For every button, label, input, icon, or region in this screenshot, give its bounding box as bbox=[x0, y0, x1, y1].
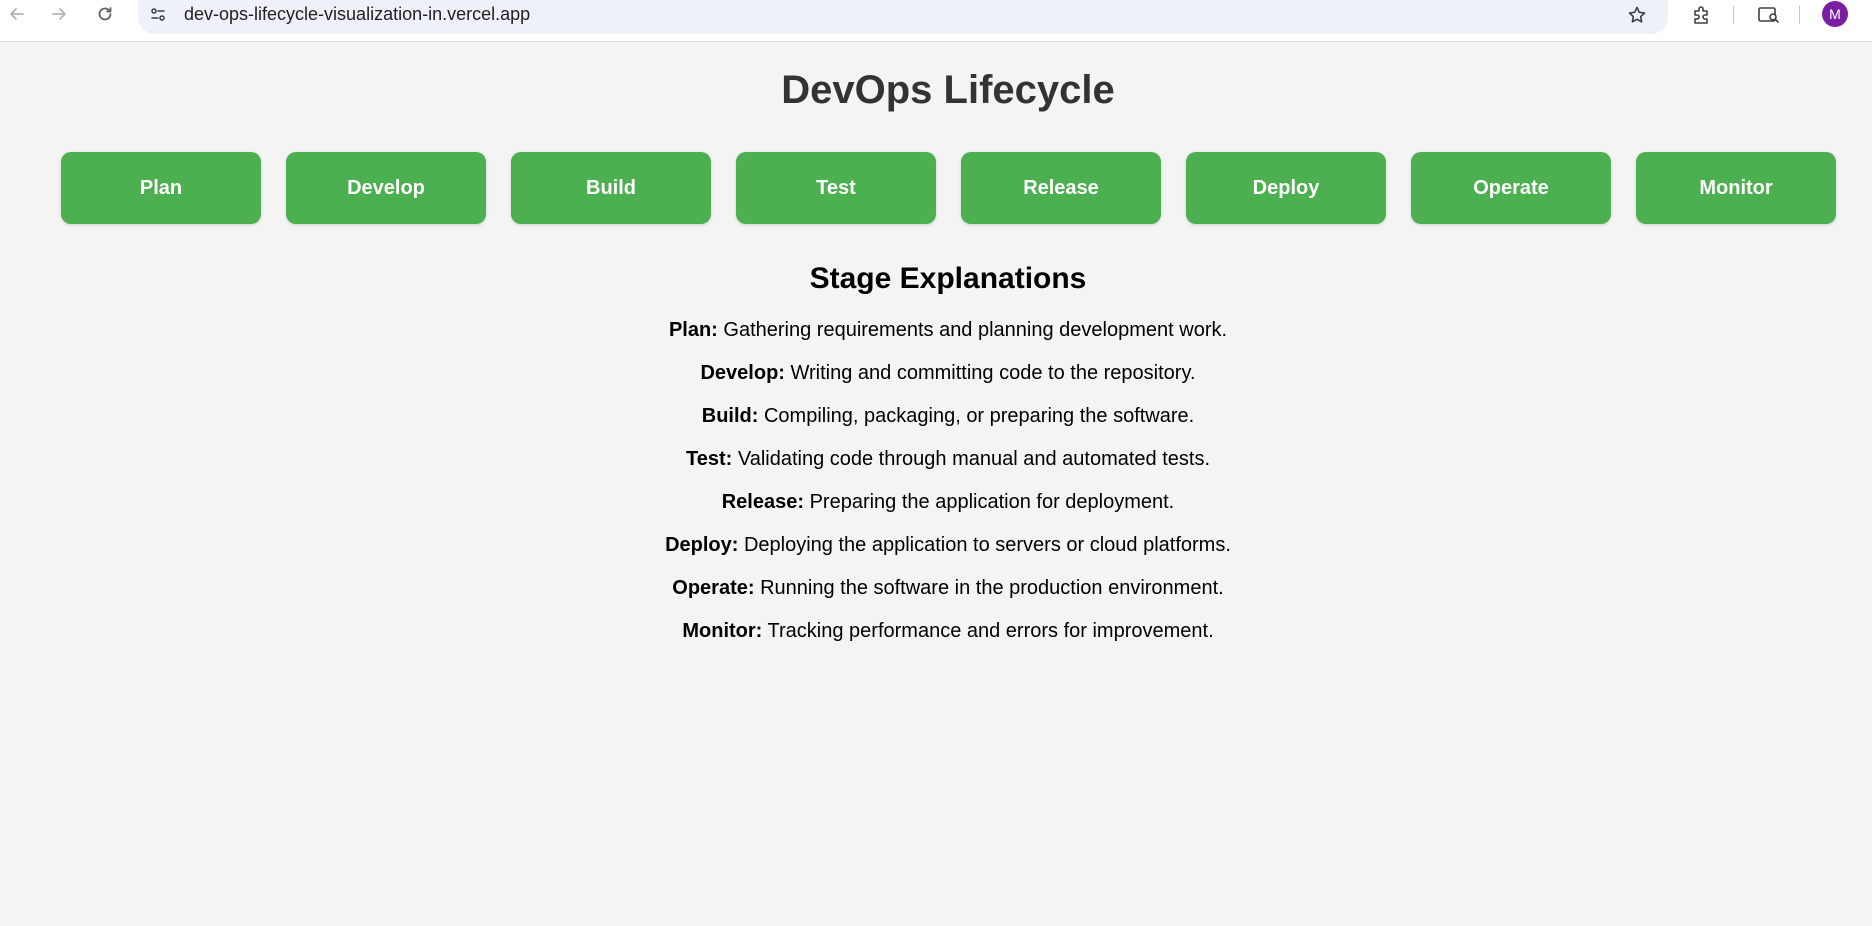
explanation-stage-name: Operate: bbox=[672, 577, 755, 599]
extensions-icon[interactable] bbox=[1688, 1, 1716, 29]
explanation-test: Test: Validating code through manual and… bbox=[0, 447, 1872, 490]
reload-icon[interactable] bbox=[90, 0, 120, 28]
stage-button-release[interactable]: Release bbox=[961, 152, 1161, 224]
explanation-stage-name: Test: bbox=[685, 448, 733, 470]
explanation-stage-name: Develop: bbox=[700, 362, 785, 384]
explanation-stage-name: Plan: bbox=[668, 319, 718, 341]
explanation-stage-name: Release: bbox=[721, 491, 805, 513]
explanation-text: Writing and committing code to the repos… bbox=[784, 362, 1196, 384]
explanation-deploy: Deploy: Deploying the application to ser… bbox=[0, 533, 1872, 576]
stage-button-build[interactable]: Build bbox=[511, 152, 711, 224]
explanation-release: Release: Preparing the application for d… bbox=[0, 490, 1872, 533]
explanation-text: Preparing the application for deployment… bbox=[804, 491, 1175, 513]
stage-button-row: Plan Develop Build Test Release Deploy O… bbox=[61, 152, 1837, 224]
toolbar-separator bbox=[1799, 6, 1800, 24]
page-title: DevOps Lifecycle bbox=[781, 68, 1115, 112]
stage-button-test[interactable]: Test bbox=[736, 152, 936, 224]
star-icon[interactable] bbox=[1624, 2, 1650, 28]
site-info-icon[interactable] bbox=[146, 3, 170, 27]
toolbar-separator bbox=[1733, 6, 1734, 24]
explanation-text: Validating code through manual and autom… bbox=[732, 448, 1211, 470]
profile-avatar[interactable]: M bbox=[1822, 1, 1848, 27]
back-icon[interactable] bbox=[2, 0, 32, 28]
browser-toolbar: dev-ops-lifecycle-visualization-in.verce… bbox=[0, 0, 1872, 42]
explanation-text: Compiling, packaging, or preparing the s… bbox=[758, 405, 1195, 427]
tab-search-icon[interactable] bbox=[1755, 1, 1783, 29]
explanation-text: Running the software in the production e… bbox=[754, 577, 1224, 599]
stage-button-monitor[interactable]: Monitor bbox=[1636, 152, 1836, 224]
explanation-operate: Operate: Running the software in the pro… bbox=[0, 576, 1872, 619]
explanation-plan: Plan: Gathering requirements and plannin… bbox=[0, 318, 1872, 361]
stage-button-plan[interactable]: Plan bbox=[61, 152, 261, 224]
stage-button-deploy[interactable]: Deploy bbox=[1186, 152, 1386, 224]
explanation-stage-name: Build: bbox=[701, 405, 759, 427]
stage-button-operate[interactable]: Operate bbox=[1411, 152, 1611, 224]
explanations-list: Plan: Gathering requirements and plannin… bbox=[0, 318, 1872, 662]
explanation-text: Tracking performance and errors for impr… bbox=[762, 620, 1214, 642]
explanation-monitor: Monitor: Tracking performance and errors… bbox=[0, 619, 1872, 662]
explanation-text: Deploying the application to servers or … bbox=[738, 534, 1231, 556]
stage-button-develop[interactable]: Develop bbox=[286, 152, 486, 224]
page-content: DevOps Lifecycle Plan Develop Build Test… bbox=[0, 42, 1872, 926]
explanation-build: Build: Compiling, packaging, or preparin… bbox=[0, 404, 1872, 447]
explanation-develop: Develop: Writing and committing code to … bbox=[0, 361, 1872, 404]
forward-icon[interactable] bbox=[44, 0, 74, 28]
explanation-text: Gathering requirements and planning deve… bbox=[717, 319, 1228, 341]
url-text[interactable]: dev-ops-lifecycle-visualization-in.verce… bbox=[184, 4, 530, 25]
address-bar[interactable]: dev-ops-lifecycle-visualization-in.verce… bbox=[138, 0, 1668, 34]
explanations-heading: Stage Explanations bbox=[809, 262, 1087, 295]
explanation-stage-name: Deploy: bbox=[665, 534, 739, 556]
explanation-stage-name: Monitor: bbox=[682, 620, 763, 642]
